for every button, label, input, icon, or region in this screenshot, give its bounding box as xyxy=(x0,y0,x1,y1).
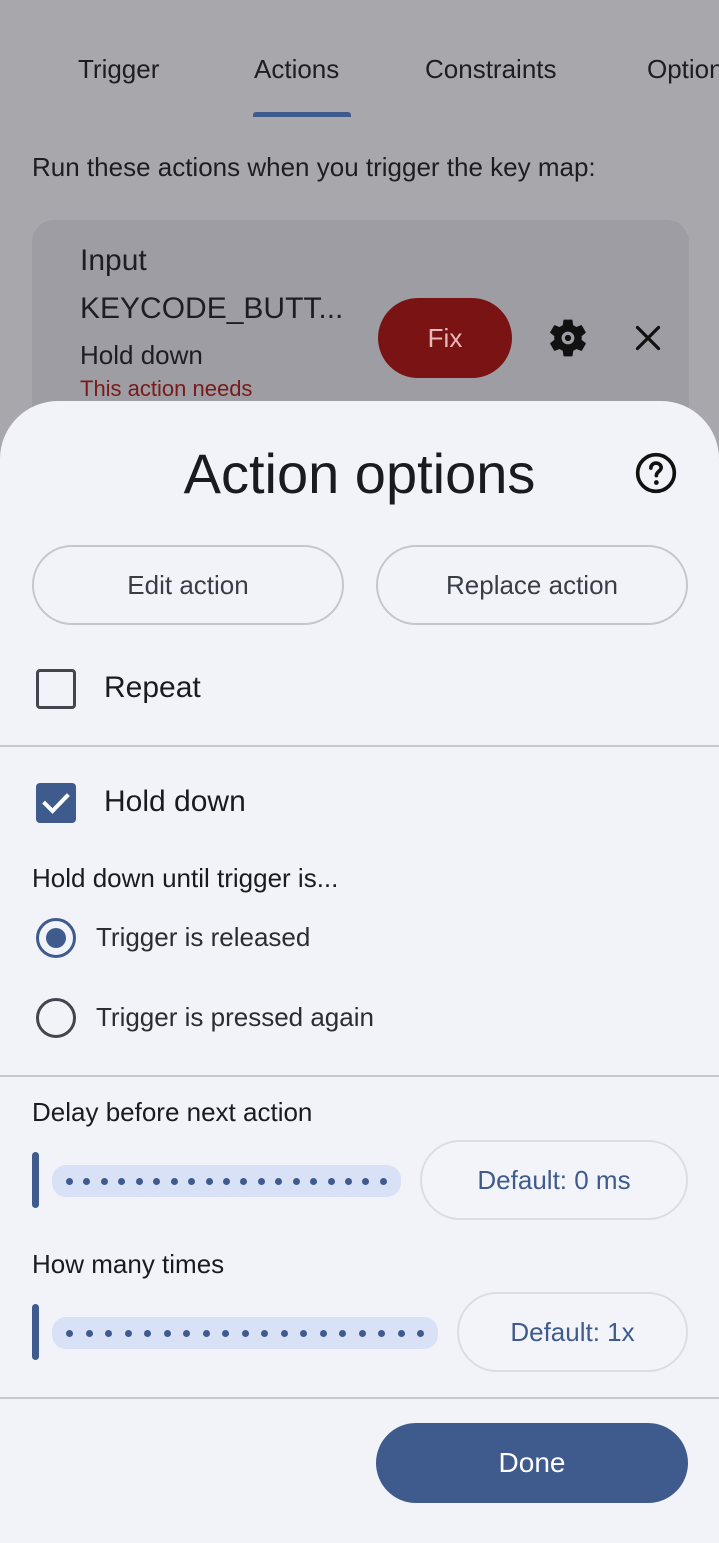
slider-tick-dot xyxy=(100,1177,108,1185)
active-tab-indicator xyxy=(253,112,351,117)
hold-until-heading: Hold down until trigger is... xyxy=(32,863,339,893)
tab-bar: Trigger Actions Constraints Options xyxy=(0,40,719,120)
help-icon[interactable] xyxy=(634,451,678,495)
slider-tick-dot xyxy=(257,1177,265,1185)
slider-tick-dot xyxy=(83,1177,91,1185)
divider xyxy=(0,745,719,747)
slider-tick-dot xyxy=(292,1177,300,1185)
times-heading: How many times xyxy=(32,1249,225,1279)
slider-tick-dot xyxy=(417,1329,424,1337)
times-slider-track[interactable] xyxy=(52,1317,438,1349)
slider-tick-dot xyxy=(202,1329,210,1337)
action-warning: This action needs xyxy=(80,376,253,401)
actions-description: Run these actions when you trigger the k… xyxy=(32,152,596,182)
action-title-line2: KEYCODE_BUTT... xyxy=(80,292,344,325)
slider-tick-dot xyxy=(397,1329,405,1337)
slider-tick-dot xyxy=(300,1329,307,1337)
action-subtitle: Hold down xyxy=(80,340,203,370)
delay-default-button[interactable]: Default: 0 ms xyxy=(420,1140,688,1220)
hold-down-checkbox[interactable] xyxy=(36,783,76,823)
times-default-button[interactable]: Default: 1x xyxy=(457,1292,688,1372)
slider-tick-dot xyxy=(163,1329,171,1337)
radio-trigger-released-label: Trigger is released xyxy=(96,922,311,952)
slider-tick-dot xyxy=(261,1329,268,1337)
repeat-label: Repeat xyxy=(104,671,201,704)
slider-tick-dot xyxy=(170,1177,178,1185)
edit-action-button[interactable]: Edit action xyxy=(32,545,344,625)
close-icon[interactable] xyxy=(630,318,666,358)
checkmark-icon xyxy=(42,793,70,814)
slider-tick-dot xyxy=(280,1329,288,1337)
slider-tick-dot xyxy=(144,1329,151,1337)
slider-tick-dot xyxy=(66,1329,73,1337)
slider-tick-dot xyxy=(85,1329,93,1337)
action-options-sheet: Action options Edit action Replace actio… xyxy=(0,401,719,1543)
done-button[interactable]: Done xyxy=(376,1423,688,1503)
slider-tick-dot xyxy=(188,1177,196,1185)
slider-tick-dot xyxy=(362,1177,370,1185)
radio-trigger-pressed-again[interactable] xyxy=(36,998,76,1038)
slider-tick-dot xyxy=(358,1329,366,1337)
slider-tick-dot xyxy=(319,1329,327,1337)
slider-tick-dot xyxy=(379,1177,387,1185)
delay-slider-handle[interactable] xyxy=(32,1152,39,1208)
gear-icon[interactable] xyxy=(546,316,590,360)
slider-tick-dot xyxy=(327,1177,335,1185)
slider-tick-dot xyxy=(222,1329,229,1337)
times-slider-handle[interactable] xyxy=(32,1304,39,1360)
tab-actions[interactable]: Actions xyxy=(254,54,339,85)
slider-tick-dot xyxy=(275,1177,283,1185)
slider-tick-dot xyxy=(153,1177,161,1185)
radio-trigger-pressed-again-label: Trigger is pressed again xyxy=(96,1002,374,1032)
slider-tick-dot xyxy=(124,1329,132,1337)
hold-down-label: Hold down xyxy=(104,785,246,818)
slider-tick-dot xyxy=(66,1177,73,1185)
slider-tick-dot xyxy=(118,1177,126,1185)
slider-tick-dot xyxy=(135,1177,143,1185)
slider-tick-dot xyxy=(240,1177,248,1185)
slider-tick-dot xyxy=(339,1329,346,1337)
divider xyxy=(0,1075,719,1077)
slider-tick-dot xyxy=(183,1329,190,1337)
action-title-line1: Input xyxy=(80,244,147,277)
slider-tick-dot xyxy=(345,1177,352,1185)
tab-options[interactable]: Options xyxy=(647,54,719,85)
sheet-title: Action options xyxy=(183,442,536,505)
radio-trigger-released[interactable] xyxy=(36,918,76,958)
tab-constraints[interactable]: Constraints xyxy=(425,54,557,85)
slider-tick-dot xyxy=(105,1329,112,1337)
delay-slider-track[interactable] xyxy=(52,1165,401,1197)
replace-action-button[interactable]: Replace action xyxy=(376,545,688,625)
slider-tick-dot xyxy=(310,1177,318,1185)
tab-trigger[interactable]: Trigger xyxy=(78,54,159,85)
fix-button[interactable]: Fix xyxy=(378,298,512,378)
slider-tick-dot xyxy=(205,1177,213,1185)
slider-tick-dot xyxy=(241,1329,249,1337)
divider xyxy=(0,1397,719,1399)
delay-heading: Delay before next action xyxy=(32,1097,313,1127)
slider-tick-dot xyxy=(222,1177,230,1185)
repeat-checkbox[interactable] xyxy=(36,669,76,709)
slider-tick-dot xyxy=(378,1329,385,1337)
